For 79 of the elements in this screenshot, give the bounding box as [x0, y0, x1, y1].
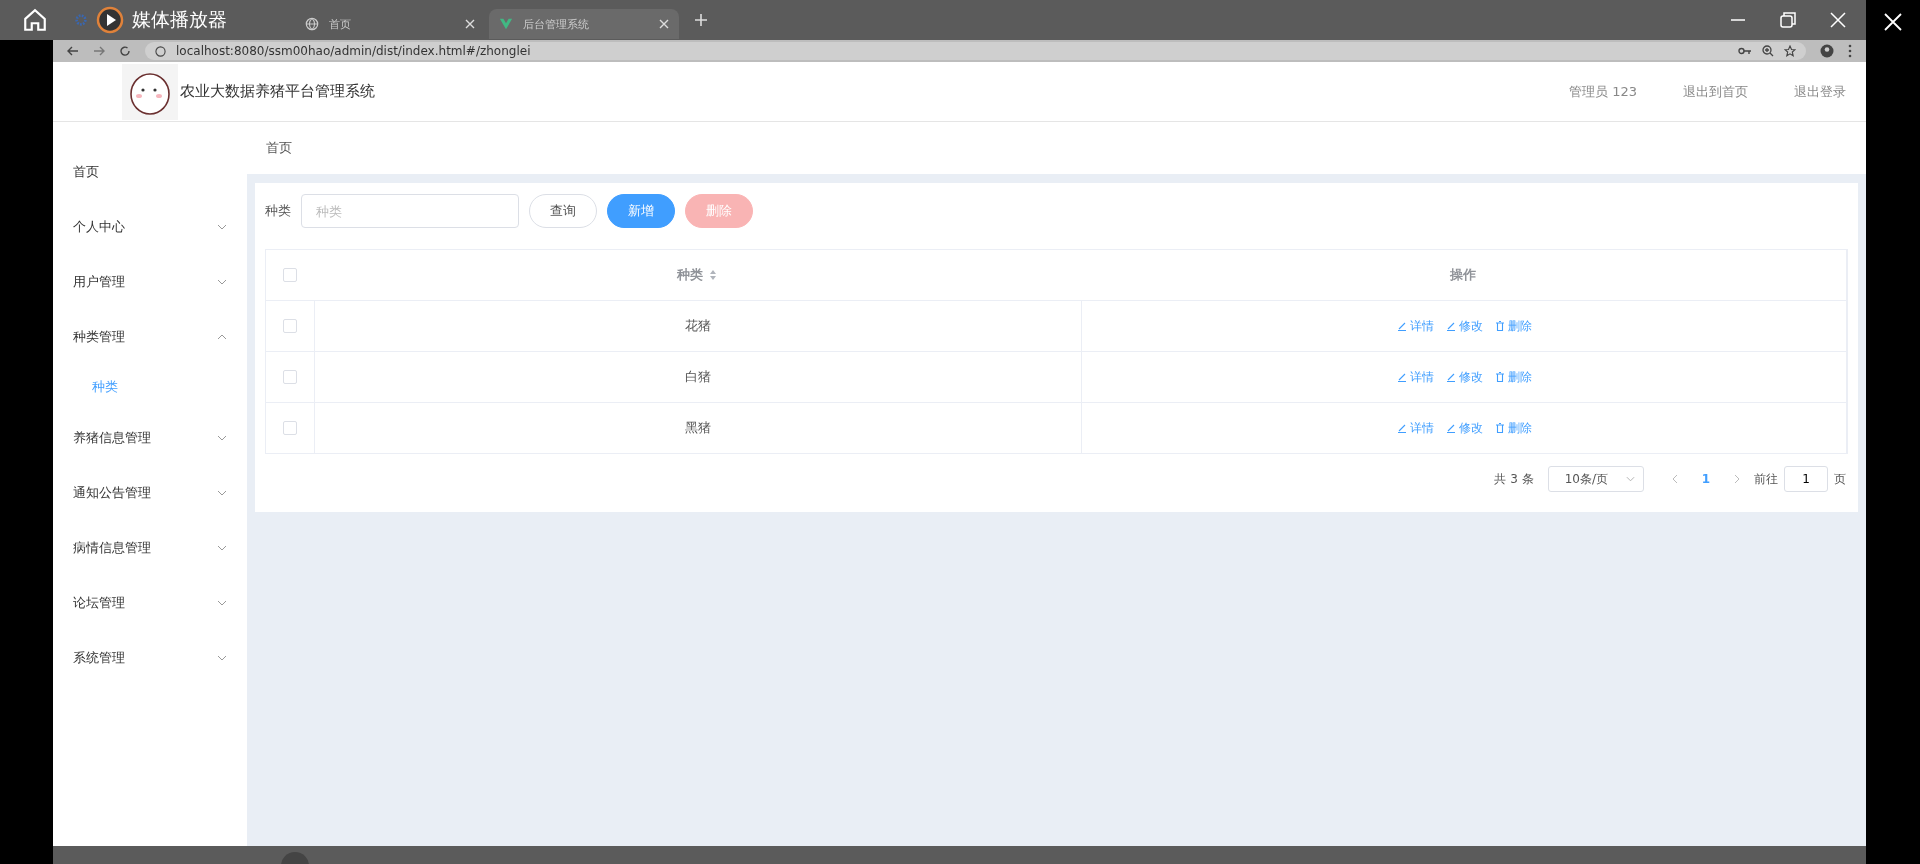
row-action-link[interactable]: 详情	[1396, 419, 1434, 437]
page-number[interactable]: 1	[1691, 472, 1720, 486]
table-cell: 白猪	[685, 368, 711, 386]
player-title: 媒体播放器	[132, 7, 227, 32]
trash-icon	[1494, 372, 1505, 382]
total-count: 共 3 条	[1494, 470, 1534, 488]
back-icon[interactable]	[67, 45, 79, 57]
chevron-up-icon	[217, 333, 227, 340]
column-header[interactable]: 种类	[677, 266, 703, 284]
chevron-down-icon	[217, 654, 227, 661]
checkbox[interactable]	[283, 421, 297, 435]
reload-icon[interactable]	[119, 45, 131, 57]
row-action-link[interactable]: 删除	[1494, 419, 1532, 437]
chevron-down-icon	[1625, 476, 1635, 482]
row-action-link[interactable]: 删除	[1494, 317, 1532, 335]
sidebar-menu-item[interactable]: 病情信息管理	[53, 520, 247, 575]
action-button[interactable]: 新增	[607, 194, 675, 228]
more-icon[interactable]	[1848, 44, 1852, 58]
pencil-icon	[1445, 372, 1456, 382]
checkbox[interactable]	[283, 268, 297, 282]
home-icon[interactable]	[22, 7, 48, 33]
new-tab-icon[interactable]	[695, 14, 707, 26]
address-bar[interactable]: localhost:8080/ssm00hao/admin/dist/index.html#/zhonglei	[145, 42, 1806, 60]
pencil-icon	[1445, 423, 1456, 433]
sidebar-menu-item[interactable]: 养猪信息管理	[53, 410, 247, 465]
chevron-down-icon	[217, 599, 227, 606]
play-icon	[96, 6, 124, 34]
star-icon[interactable]	[1784, 45, 1796, 57]
sidebar-menu-item[interactable]: 首页	[53, 144, 247, 199]
sidebar-menu-item[interactable]: 种类管理	[53, 309, 247, 364]
chevron-down-icon	[217, 223, 227, 230]
chevron-down-icon	[217, 278, 227, 285]
row-action-link[interactable]: 详情	[1396, 368, 1434, 386]
sidebar-menu-item[interactable]: 个人中心	[53, 199, 247, 254]
row-action-link[interactable]: 修改	[1445, 317, 1483, 335]
key-icon[interactable]	[1738, 46, 1752, 56]
zoom-icon[interactable]	[1762, 45, 1774, 57]
pencil-icon	[1396, 372, 1407, 382]
sidebar-menu-item[interactable]: 论坛管理	[53, 575, 247, 630]
info-icon	[155, 45, 166, 57]
system-title: 农业大数据养猪平台管理系统	[180, 82, 375, 101]
pencil-icon	[1396, 423, 1407, 433]
action-button[interactable]: 查询	[529, 194, 597, 228]
sidebar-menu-item[interactable]: 系统管理	[53, 630, 247, 685]
pencil-icon	[1445, 321, 1456, 331]
pencil-icon	[1396, 321, 1407, 331]
profile-icon[interactable]	[1820, 44, 1834, 58]
row-action-link[interactable]: 修改	[1445, 419, 1483, 437]
trash-icon	[1494, 321, 1505, 331]
sidebar-menu-item[interactable]: 通知公告管理	[53, 465, 247, 520]
page-suffix: 页	[1834, 470, 1846, 488]
checkbox[interactable]	[283, 370, 297, 384]
browser-tab[interactable]: 后台管理系统	[489, 9, 679, 39]
v-logo-icon	[499, 17, 513, 31]
header-link[interactable]: 退出登录	[1794, 82, 1846, 101]
table-cell: 花猪	[685, 317, 711, 335]
column-header: 操作	[1450, 266, 1476, 284]
chevron-down-icon	[217, 544, 227, 551]
admin-user-label: 管理员 123	[1569, 82, 1637, 101]
row-action-link[interactable]: 详情	[1396, 317, 1434, 335]
goto-label: 前往	[1754, 470, 1778, 488]
row-action-link[interactable]: 修改	[1445, 368, 1483, 386]
chevron-down-icon	[217, 434, 227, 441]
search-label: 种类	[265, 202, 291, 220]
checkbox[interactable]	[283, 319, 297, 333]
search-field[interactable]: 种类	[301, 194, 519, 228]
globe-icon	[305, 17, 319, 31]
table-cell: 黑猪	[685, 419, 711, 437]
page-size-select[interactable]: 10条/页	[1547, 466, 1644, 492]
sidebar-submenu-item[interactable]: 种类	[53, 364, 247, 410]
row-action-link[interactable]: 删除	[1494, 368, 1532, 386]
sidebar-menu-item[interactable]: 用户管理	[53, 254, 247, 309]
goto-page-field[interactable]: 1	[1784, 466, 1828, 492]
breadcrumb-link[interactable]: 首页	[266, 139, 292, 157]
trash-icon	[1494, 423, 1505, 433]
header-link[interactable]: 退出到首页	[1683, 82, 1748, 101]
chevron-down-icon	[217, 489, 227, 496]
restore-icon[interactable]	[1780, 12, 1796, 28]
browser-tab[interactable]: 首页	[295, 9, 485, 39]
